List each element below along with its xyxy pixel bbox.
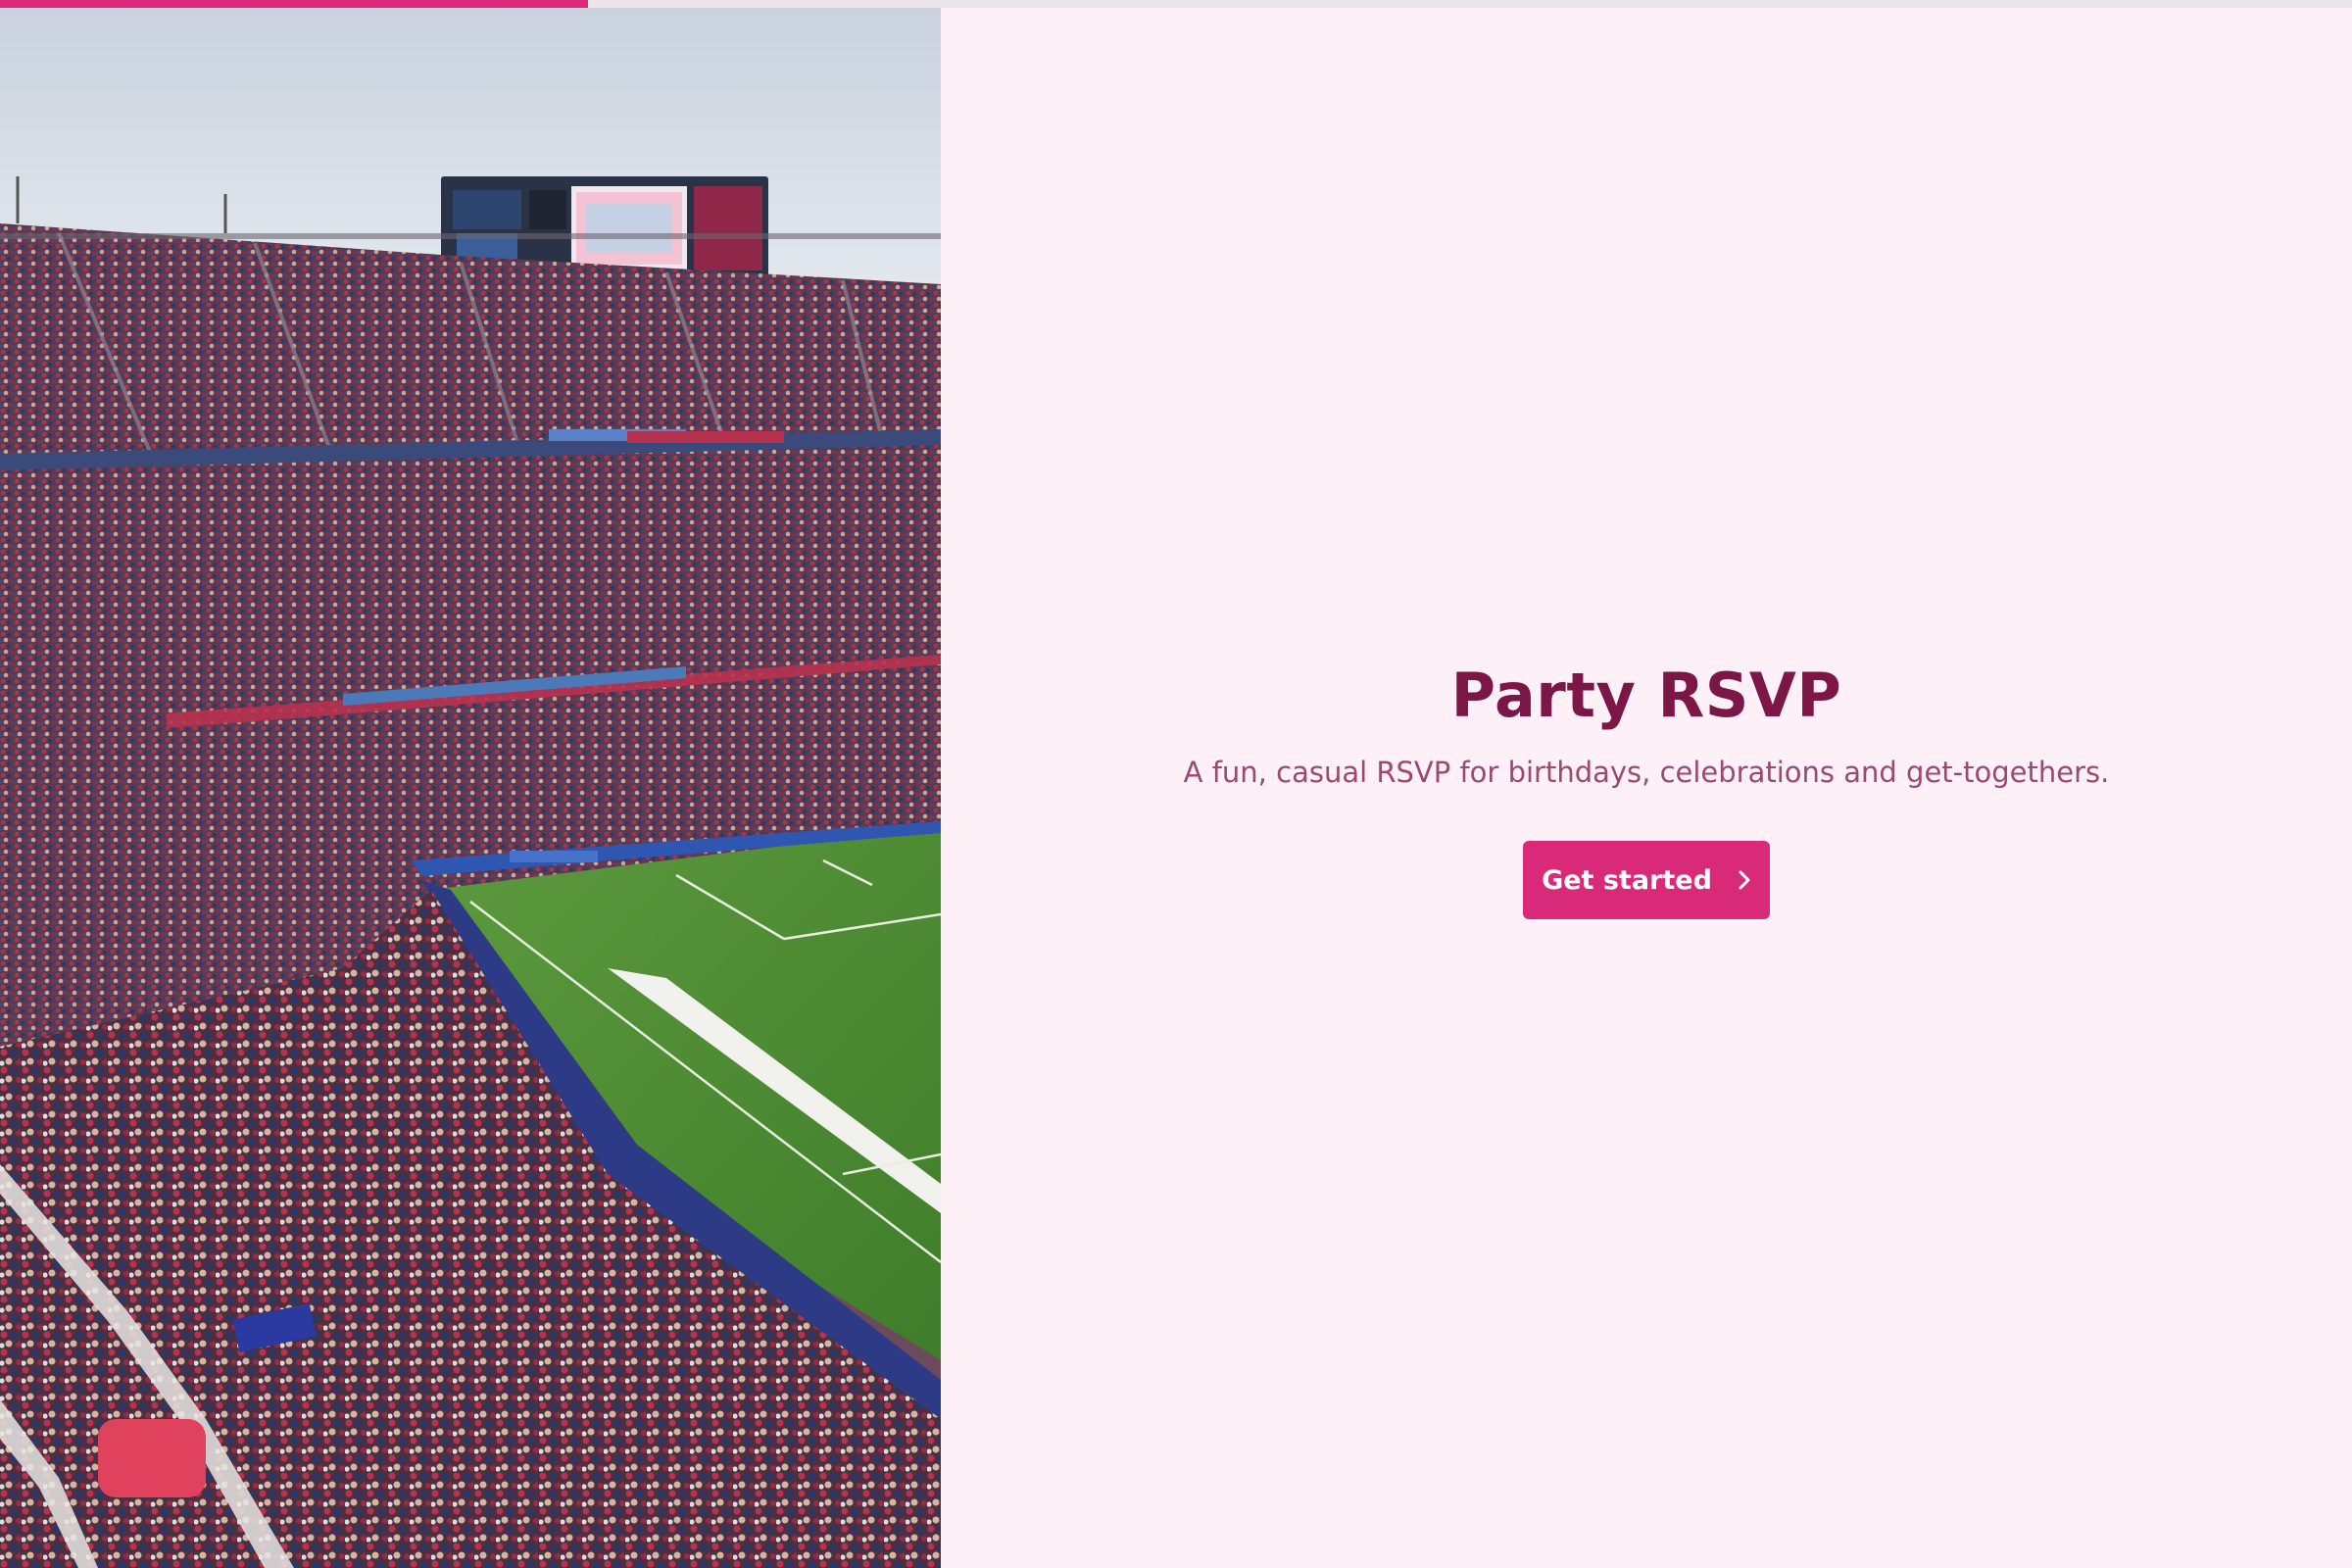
chevron-right-icon [1738,869,1751,891]
page-title: Party RSVP [1450,660,1842,731]
get-started-label: Get started [1542,864,1712,896]
hero-stadium-photo [0,8,941,1568]
progress-bar-fill [0,0,588,8]
intro-panel: Party RSVP A fun, casual RSVP for birthd… [941,8,2352,1568]
progress-bar [0,0,2352,8]
get-started-button[interactable]: Get started [1523,841,1770,919]
page-subtitle: A fun, casual RSVP for birthdays, celebr… [1183,756,2110,789]
